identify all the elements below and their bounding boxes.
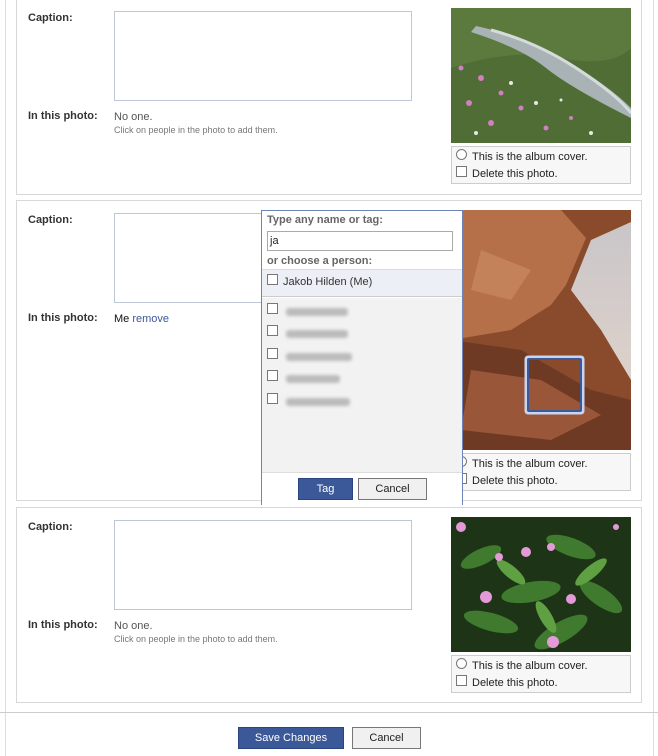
- person-checkbox[interactable]: [267, 393, 278, 404]
- caption-label: Caption:: [28, 521, 73, 533]
- tag-person-popup: Type any name or tag: ja or choose a per…: [261, 210, 463, 505]
- delete-photo-option[interactable]: Delete this photo.: [456, 674, 558, 689]
- album-cover-option[interactable]: This is the album cover.: [456, 455, 588, 470]
- photo-thumbnail[interactable]: [451, 517, 631, 652]
- delete-photo-label: Delete this photo.: [472, 168, 558, 180]
- album-cover-option[interactable]: This is the album cover.: [456, 148, 588, 163]
- album-cover-label: This is the album cover.: [472, 151, 588, 163]
- tagged-people-none: No one.: [114, 620, 153, 632]
- photo-options: This is the album cover. Delete this pho…: [451, 655, 631, 693]
- tag-name-input[interactable]: ja: [267, 231, 453, 251]
- cancel-button[interactable]: Cancel: [352, 727, 421, 749]
- person-checkbox[interactable]: [267, 273, 278, 285]
- photo-card-3: Caption: In this photo: No one. Click on…: [16, 507, 642, 703]
- person-checkbox[interactable]: [267, 348, 278, 359]
- person-checkbox[interactable]: [267, 325, 278, 336]
- tag-popup-heading: Type any name or tag:: [267, 214, 383, 226]
- in-this-photo-label: In this photo:: [28, 619, 98, 631]
- tag-popup-footer: Tag Cancel: [262, 472, 462, 505]
- caption-label: Caption:: [28, 214, 73, 226]
- tagging-hint: Click on people in the photo to add them…: [114, 125, 278, 135]
- friend-list-item[interactable]: [267, 325, 348, 339]
- friend-list-item[interactable]: [267, 348, 352, 362]
- photo-image-stream[interactable]: [451, 8, 631, 143]
- person-checkbox[interactable]: [267, 303, 278, 314]
- delete-photo-label: Delete this photo.: [472, 475, 558, 487]
- tagging-hint: Click on people in the photo to add them…: [114, 634, 278, 644]
- album-cover-label: This is the album cover.: [472, 458, 588, 470]
- in-this-photo-label: In this photo:: [28, 110, 98, 122]
- photo-options: This is the album cover. Delete this pho…: [451, 453, 631, 491]
- tagged-person-me: Me: [114, 313, 130, 325]
- caption-textarea[interactable]: [114, 520, 412, 610]
- photo-card-1: Caption: In this photo: No one. Click on…: [16, 0, 642, 195]
- photo-image-butte[interactable]: [451, 210, 631, 450]
- person-option-self[interactable]: Jakob Hilden (Me): [262, 269, 462, 297]
- choose-person-label: or choose a person:: [267, 255, 373, 267]
- caption-textarea[interactable]: [114, 11, 412, 101]
- friend-list-item[interactable]: [267, 370, 340, 384]
- album-cover-radio[interactable]: [456, 148, 467, 160]
- redacted-name: [286, 307, 348, 316]
- friend-list-item[interactable]: [267, 393, 350, 407]
- redacted-name: [286, 329, 348, 338]
- photo-thumbnail[interactable]: [451, 8, 631, 143]
- photo-image-flowers[interactable]: [451, 517, 631, 652]
- delete-photo-option[interactable]: Delete this photo.: [456, 165, 558, 180]
- caption-label: Caption:: [28, 12, 73, 24]
- redacted-name: [286, 352, 352, 361]
- friend-list-item[interactable]: [267, 303, 348, 317]
- photo-thumbnail[interactable]: [451, 210, 631, 450]
- tagged-people-list: Me remove: [114, 313, 169, 325]
- photo-options: This is the album cover. Delete this pho…: [451, 146, 631, 184]
- person-name: Jakob Hilden (Me): [283, 276, 373, 288]
- redacted-name: [286, 397, 350, 406]
- footer-divider: [0, 712, 658, 713]
- tag-cancel-button[interactable]: Cancel: [358, 478, 427, 500]
- friend-list: [262, 298, 462, 472]
- remove-tag-link[interactable]: remove: [132, 313, 169, 325]
- delete-photo-label: Delete this photo.: [472, 677, 558, 689]
- album-cover-label: This is the album cover.: [472, 660, 588, 672]
- album-cover-option[interactable]: This is the album cover.: [456, 657, 588, 672]
- delete-photo-checkbox[interactable]: [456, 165, 467, 177]
- delete-photo-option[interactable]: Delete this photo.: [456, 472, 558, 487]
- album-cover-radio[interactable]: [456, 657, 467, 669]
- save-changes-button[interactable]: Save Changes: [238, 727, 344, 749]
- redacted-name: [286, 374, 340, 383]
- delete-photo-checkbox[interactable]: [456, 674, 467, 686]
- person-checkbox[interactable]: [267, 370, 278, 381]
- tag-button[interactable]: Tag: [298, 478, 353, 500]
- in-this-photo-label: In this photo:: [28, 312, 98, 324]
- tagged-people-none: No one.: [114, 111, 153, 123]
